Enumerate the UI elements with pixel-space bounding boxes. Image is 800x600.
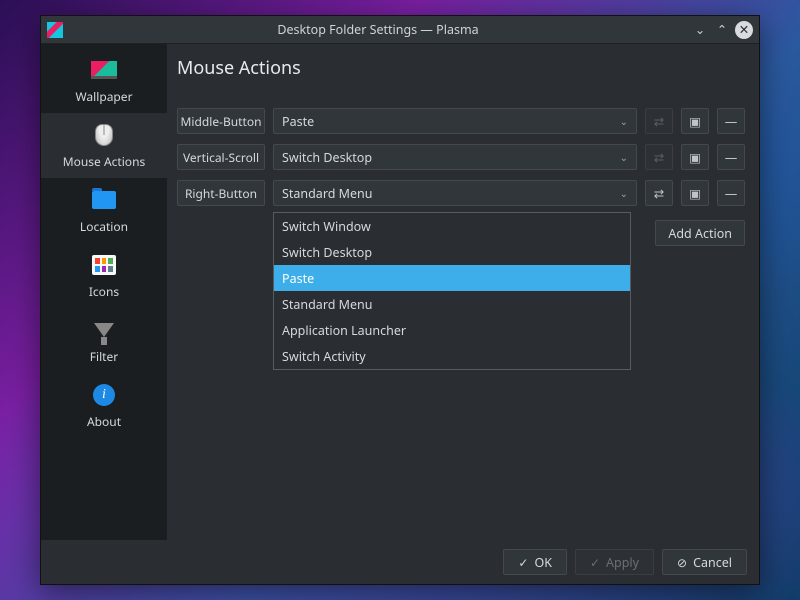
chevron-down-icon: ⌄ (620, 150, 628, 164)
add-action-button[interactable]: Add Action (655, 220, 745, 246)
folder-icon (90, 188, 118, 212)
remove-button[interactable]: — (717, 180, 745, 206)
action-row: Middle-Button Paste ⌄ ⇄ ▣ — (177, 108, 745, 134)
config-icon: ▣ (689, 185, 701, 202)
cancel-button[interactable]: ⊘ Cancel (662, 549, 747, 575)
chevron-down-icon: ⌄ (620, 186, 628, 200)
swap-icon: ⇄ (654, 185, 664, 202)
dropdown-option[interactable]: Switch Desktop (274, 239, 630, 265)
sidebar-item-label: Filter (90, 348, 118, 365)
sidebar: Wallpaper Mouse Actions Location Icons F… (41, 44, 167, 540)
remove-icon: — (725, 113, 738, 130)
sidebar-item-label: Location (80, 218, 128, 235)
icons-icon (90, 253, 118, 277)
info-icon: i (90, 383, 118, 407)
dropdown-option[interactable]: Paste (274, 265, 630, 291)
remove-icon: — (725, 149, 738, 166)
reassign-button[interactable]: ⇄ (645, 144, 673, 170)
dropdown-option[interactable]: Switch Activity (274, 343, 630, 369)
trigger-button[interactable]: Vertical-Scroll (177, 144, 265, 170)
filter-icon (90, 318, 118, 342)
sidebar-item-mouse-actions[interactable]: Mouse Actions (41, 113, 167, 178)
wallpaper-icon (90, 58, 118, 82)
trigger-button[interactable]: Right-Button (177, 180, 265, 206)
action-select-value: Switch Desktop (282, 149, 372, 166)
sidebar-item-label: Mouse Actions (63, 153, 145, 170)
check-icon: ✓ (590, 554, 600, 571)
trigger-button[interactable]: Middle-Button (177, 108, 265, 134)
sidebar-item-label: Icons (89, 283, 119, 300)
close-button[interactable]: ✕ (735, 21, 753, 39)
window-title: Desktop Folder Settings — Plasma (69, 21, 687, 38)
remove-icon: — (725, 185, 738, 202)
sidebar-item-icons[interactable]: Icons (41, 243, 167, 308)
action-select[interactable]: Standard Menu ⌄ (273, 180, 637, 206)
sidebar-item-wallpaper[interactable]: Wallpaper (41, 48, 167, 113)
sidebar-item-location[interactable]: Location (41, 178, 167, 243)
swap-icon: ⇄ (654, 149, 664, 166)
action-row: Right-Button Standard Menu ⌄ ⇄ ▣ — (177, 180, 745, 206)
edit-button[interactable]: ▣ (681, 144, 709, 170)
chevron-down-icon: ⌄ (620, 114, 628, 128)
reassign-button[interactable]: ⇄ (645, 108, 673, 134)
sidebar-item-label: About (87, 413, 121, 430)
dropdown-option[interactable]: Standard Menu (274, 291, 630, 317)
main-panel: Mouse Actions Middle-Button Paste ⌄ ⇄ ▣ … (167, 44, 759, 540)
apply-button[interactable]: ✓ Apply (575, 549, 654, 575)
sidebar-item-filter[interactable]: Filter (41, 308, 167, 373)
dropdown-option[interactable]: Application Launcher (274, 317, 630, 343)
config-icon: ▣ (689, 113, 701, 130)
ok-button[interactable]: ✓ OK (503, 549, 567, 575)
sidebar-item-label: Wallpaper (75, 88, 132, 105)
action-dropdown: Switch Window Switch Desktop Paste Stand… (273, 212, 631, 370)
action-select-value: Standard Menu (282, 185, 373, 202)
titlebar: Desktop Folder Settings — Plasma ⌄ ⌃ ✕ (41, 16, 759, 44)
config-icon: ▣ (689, 149, 701, 166)
swap-icon: ⇄ (654, 113, 664, 130)
check-icon: ✓ (518, 554, 528, 571)
dropdown-option[interactable]: Switch Window (274, 213, 630, 239)
page-title: Mouse Actions (177, 56, 745, 80)
edit-button[interactable]: ▣ (681, 180, 709, 206)
reassign-button[interactable]: ⇄ (645, 180, 673, 206)
cancel-icon: ⊘ (677, 554, 687, 571)
maximize-button[interactable]: ⌃ (713, 21, 731, 39)
app-icon (47, 22, 63, 38)
action-row: Vertical-Scroll Switch Desktop ⌄ ⇄ ▣ — (177, 144, 745, 170)
action-select[interactable]: Switch Desktop ⌄ (273, 144, 637, 170)
remove-button[interactable]: — (717, 108, 745, 134)
mouse-icon (90, 123, 118, 147)
dialog-footer: ✓ OK ✓ Apply ⊘ Cancel (41, 540, 759, 584)
action-select-value: Paste (282, 113, 314, 130)
action-select[interactable]: Paste ⌄ (273, 108, 637, 134)
minimize-button[interactable]: ⌄ (691, 21, 709, 39)
settings-window: Desktop Folder Settings — Plasma ⌄ ⌃ ✕ W… (40, 15, 760, 585)
remove-button[interactable]: — (717, 144, 745, 170)
sidebar-item-about[interactable]: i About (41, 373, 167, 438)
edit-button[interactable]: ▣ (681, 108, 709, 134)
